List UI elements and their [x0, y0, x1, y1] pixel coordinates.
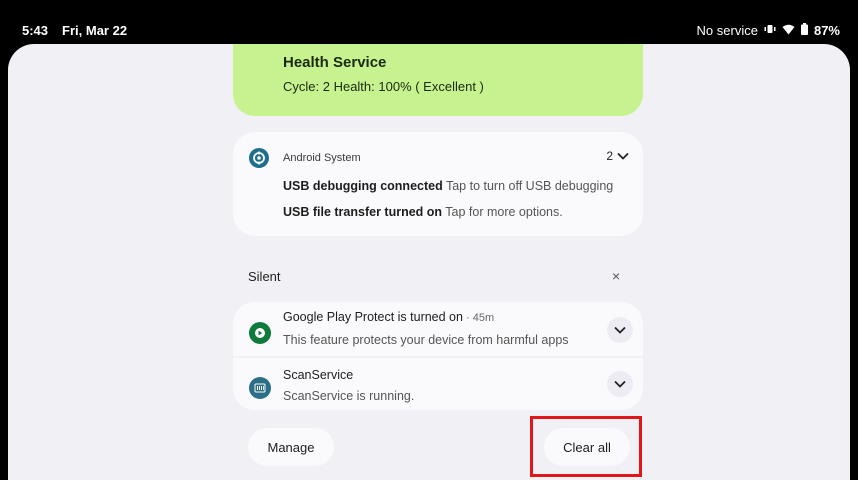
line-title: USB debugging connected: [283, 179, 443, 193]
usb-debugging-line[interactable]: USB debugging connected Tap to turn off …: [283, 179, 613, 193]
manage-button[interactable]: Manage: [248, 428, 334, 466]
health-detail: Cycle: 2 Health: 100% ( Excellent ): [283, 79, 484, 94]
scan-service-icon: [249, 377, 271, 399]
silent-section-header: Silent: [248, 269, 281, 284]
clear-silent-button[interactable]: ×: [612, 268, 620, 284]
chevron-down-icon: [614, 375, 626, 393]
status-right: No service 87%: [697, 23, 840, 38]
wifi-icon: [782, 24, 795, 38]
play-protect-title: Google Play Protect is turned on · 45m: [283, 310, 494, 324]
battery-percent: 87%: [813, 23, 840, 38]
status-time: 5:43: [22, 23, 49, 38]
highlight-box: [530, 416, 642, 477]
notification-shade: Health Service Cycle: 2 Health: 100% ( E…: [8, 44, 850, 480]
line-text: Tap for more options.: [445, 205, 563, 219]
notification-app-name: Android System: [283, 152, 361, 164]
notification-divider: [233, 356, 643, 358]
status-date: Fri, Mar 22: [62, 23, 128, 38]
notification-title: Google Play Protect is turned on: [283, 310, 463, 324]
usb-file-transfer-line[interactable]: USB file transfer turned on Tap for more…: [283, 205, 563, 219]
play-protect-icon: [249, 322, 271, 344]
line-text: Tap to turn off USB debugging: [445, 179, 614, 193]
status-left: 5:43 Fri, Mar 22: [22, 23, 127, 38]
scan-service-expand-button[interactable]: [607, 371, 633, 397]
vibrate-icon: [764, 24, 776, 37]
play-protect-expand-button[interactable]: [607, 317, 633, 343]
health-title: Health Service: [283, 54, 387, 71]
health-service-notification[interactable]: Health Service Cycle: 2 Health: 100% ( E…: [233, 44, 643, 116]
silent-notifications: Google Play Protect is turned on · 45m T…: [233, 302, 643, 410]
android-system-notification[interactable]: Android System 2 USB debugging connected…: [233, 132, 643, 236]
scan-service-body: ScanService is running.: [283, 389, 415, 403]
group-expand-button[interactable]: 2: [606, 149, 629, 163]
status-bar: 5:43 Fri, Mar 22 No service 87%: [0, 0, 858, 44]
network-status: No service: [696, 23, 758, 38]
scan-service-title: ScanService: [283, 368, 354, 382]
chevron-down-icon: [614, 321, 626, 339]
chevron-down-icon: [617, 149, 629, 163]
line-title: USB file transfer turned on: [283, 205, 443, 219]
android-system-icon: [249, 148, 269, 168]
group-count: 2: [606, 149, 613, 163]
notification-time: · 45m: [462, 312, 495, 324]
battery-icon: [800, 23, 808, 38]
play-protect-body: This feature protects your device from h…: [283, 333, 569, 347]
